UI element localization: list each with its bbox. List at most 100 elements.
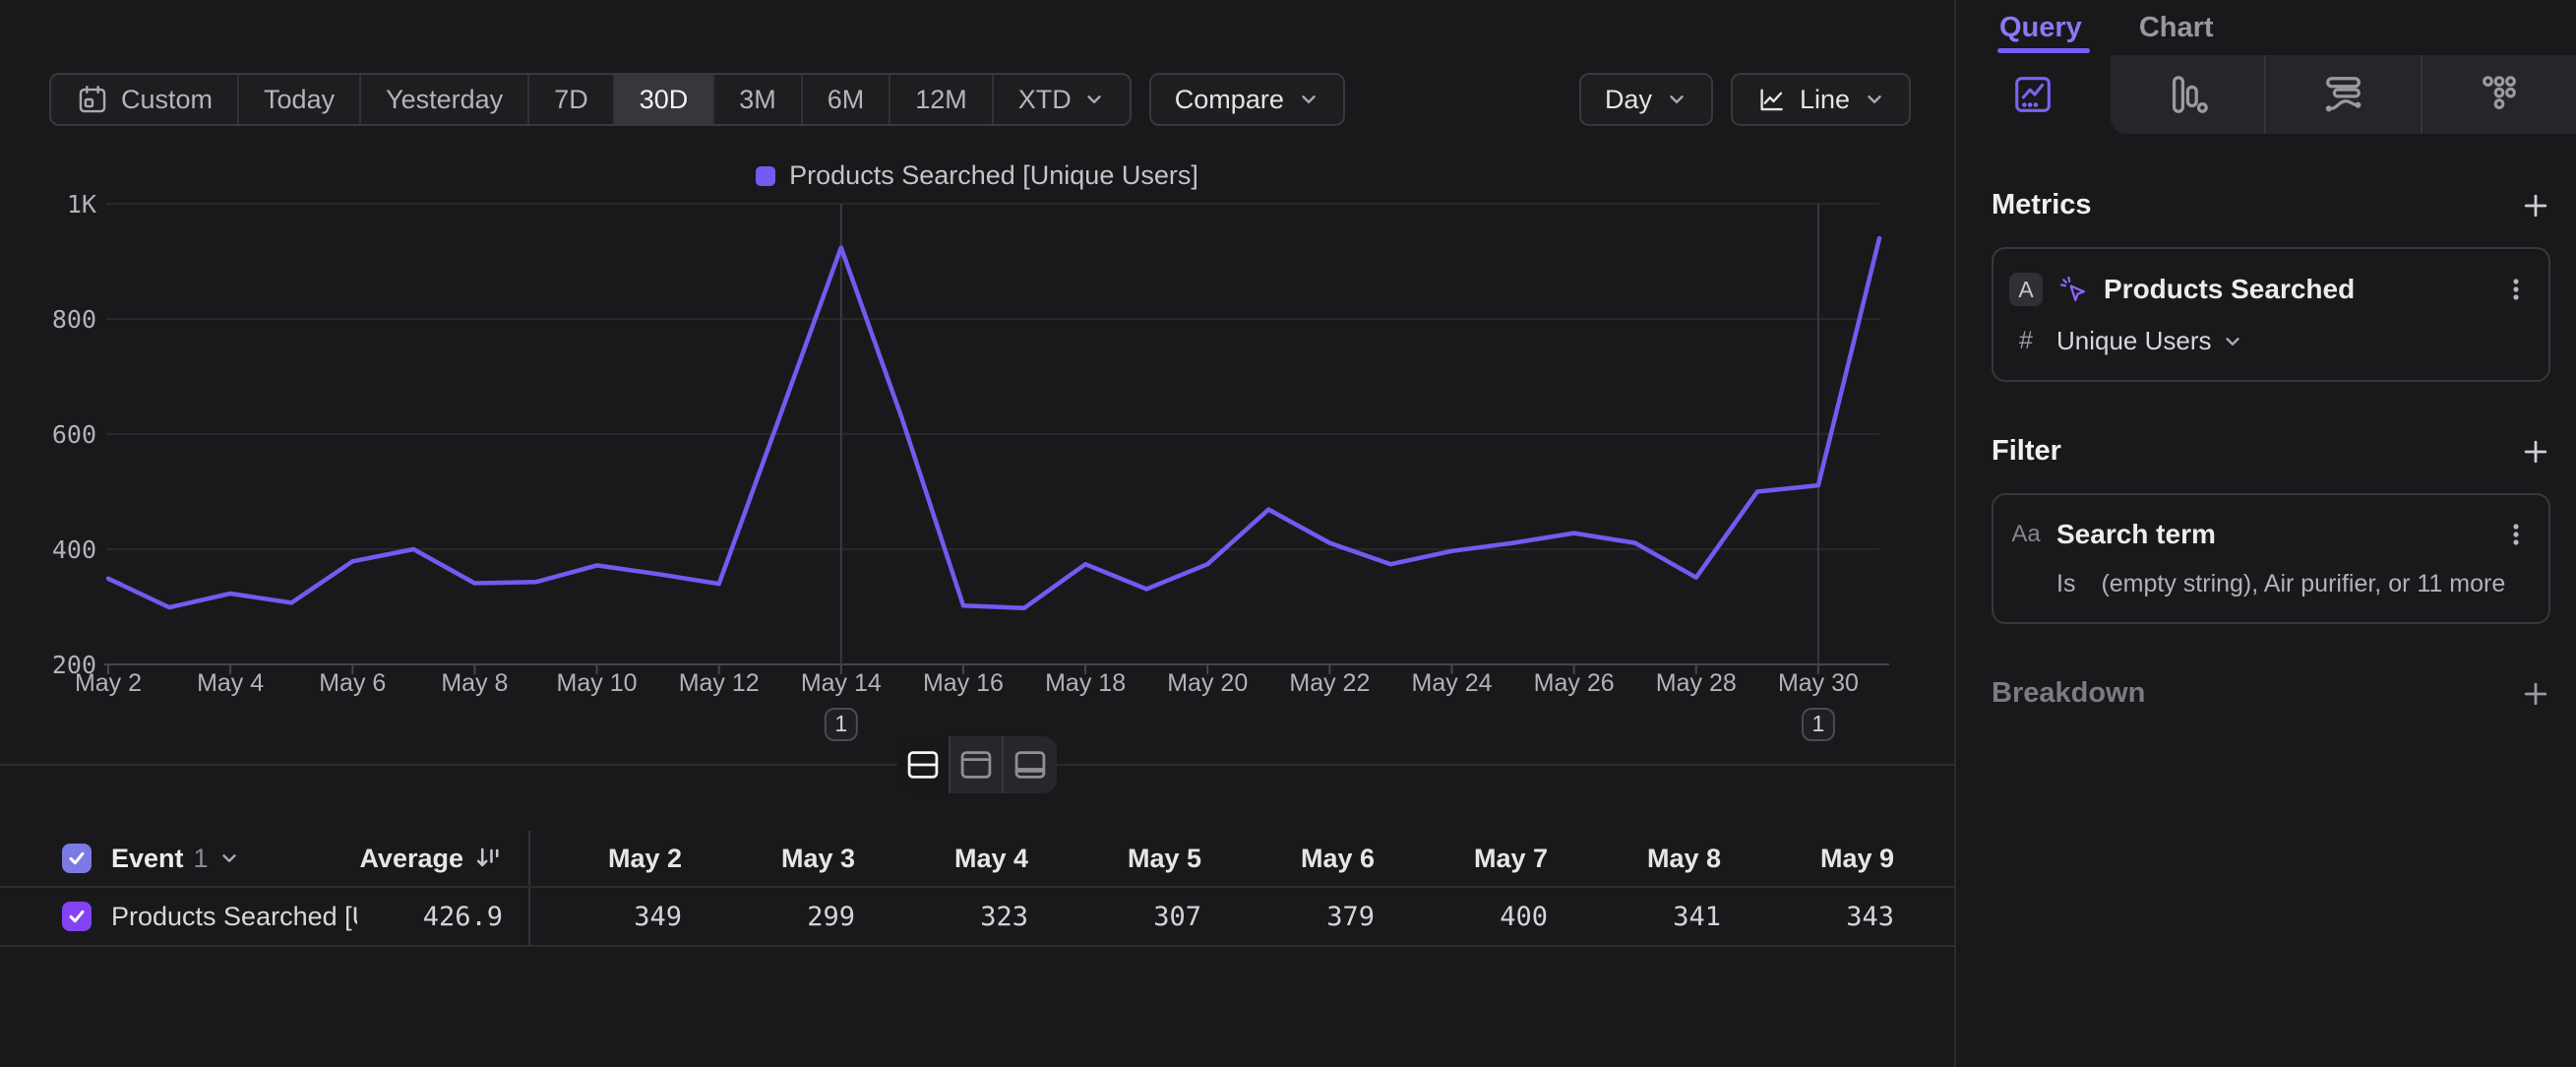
date-value-cell: 349 [530, 888, 704, 945]
svg-text:1: 1 [834, 711, 847, 736]
date-range-3m[interactable]: 3M [714, 75, 803, 124]
annotation-badge[interactable]: 1 [1803, 709, 1834, 740]
plus-icon [2521, 679, 2550, 709]
add-filter-button[interactable] [2521, 437, 2550, 467]
split-view-button[interactable] [897, 736, 951, 793]
breakdown-heading: Breakdown [1992, 677, 2145, 710]
table-only-view-button[interactable] [1004, 736, 1057, 793]
check-icon [66, 847, 88, 869]
filter-section-header: Filter [1992, 435, 2550, 468]
metric-card[interactable]: A Products Searched # Unique Users [1992, 247, 2550, 382]
date-range-segmented-control: Custom Today Yesterday 7D 30D 3M 6M 12M XTD [49, 73, 1132, 126]
x-axis-tick-label: May 2 [75, 669, 142, 697]
average-column-header[interactable]: Average [357, 831, 530, 886]
chevron-down-icon [1864, 89, 1885, 110]
event-column-header[interactable]: Event 1 [111, 831, 357, 886]
chevron-down-icon [1666, 89, 1687, 110]
analysis-tab-funnels[interactable] [2111, 55, 2265, 134]
chevron-down-icon [1298, 89, 1319, 110]
svg-text:1: 1 [1812, 711, 1825, 736]
layout-toggle-group [897, 736, 1057, 793]
x-axis-tick-label: May 12 [679, 669, 760, 697]
granularity-label: Day [1605, 85, 1652, 115]
add-metric-button[interactable] [2521, 191, 2550, 220]
date-range-label: Custom [121, 85, 213, 115]
analysis-type-tabs [1956, 55, 2576, 134]
metric-options-kebab-icon[interactable] [2499, 275, 2533, 304]
tab-query[interactable]: Query [1999, 0, 2082, 55]
granularity-button[interactable]: Day [1579, 73, 1713, 126]
metrics-section-header: Metrics [1992, 189, 2550, 221]
date-range-custom[interactable]: Custom [51, 75, 239, 124]
date-column-header[interactable]: May 8 [1569, 831, 1743, 886]
x-axis-tick-label: May 20 [1167, 669, 1248, 697]
date-range-7d[interactable]: 7D [529, 75, 615, 124]
series-checkbox[interactable] [62, 902, 92, 931]
x-axis-tick-label: May 4 [197, 669, 264, 697]
chart-type-label: Line [1800, 85, 1850, 115]
x-axis-tick-label: May 30 [1778, 669, 1859, 697]
event-count: 1 [194, 844, 209, 874]
filter-operator[interactable]: Is [2056, 570, 2075, 598]
aggregation-selector[interactable]: Unique Users [2056, 326, 2243, 356]
breakdown-section-header: Breakdown [1992, 677, 2550, 710]
results-table: Event 1 Average May 2May 3May 4May 5May … [0, 831, 1954, 947]
filter-property-name[interactable]: Search term [2056, 519, 2485, 550]
chart-type-button[interactable]: Line [1731, 73, 1911, 126]
date-range-today[interactable]: Today [239, 75, 361, 124]
x-axis-tick-label: May 24 [1412, 669, 1493, 697]
date-column-header[interactable]: May 9 [1743, 831, 1916, 886]
select-all-checkbox[interactable] [62, 844, 92, 873]
x-axis-tick-label: May 16 [923, 669, 1004, 697]
series-name[interactable]: Products Searched [Un... [111, 888, 357, 945]
chevron-down-icon [2222, 331, 2243, 352]
date-range-30d[interactable]: 30D [615, 75, 715, 124]
filter-values[interactable]: (empty string), Air purifier, or 11 more [2101, 570, 2505, 598]
analysis-tab-retention[interactable] [2421, 55, 2576, 134]
compare-label: Compare [1175, 85, 1284, 115]
x-axis-tick-label: May 6 [319, 669, 386, 697]
chart-controls: Day Line [1579, 73, 1911, 126]
date-value-cell: 323 [877, 888, 1050, 945]
date-column-header[interactable]: May 6 [1223, 831, 1396, 886]
annotation-badge[interactable]: 1 [826, 709, 857, 740]
x-axis-tick-label: May 22 [1289, 669, 1370, 697]
analysis-tab-insights[interactable] [1956, 55, 2111, 134]
date-column-header[interactable]: May 4 [877, 831, 1050, 886]
y-axis-tick-label: 600 [52, 420, 96, 449]
compare-button[interactable]: Compare [1149, 73, 1345, 126]
date-column-header[interactable]: May 3 [704, 831, 877, 886]
add-breakdown-button[interactable] [2521, 679, 2550, 709]
date-value-cell: 343 [1743, 888, 1916, 945]
series-line [108, 238, 1879, 608]
x-axis-tick-label: May 8 [441, 669, 508, 697]
date-range-label: Yesterday [386, 85, 503, 115]
date-column-header[interactable]: May 7 [1396, 831, 1569, 886]
average-label: Average [359, 844, 463, 874]
filter-card[interactable]: Aa Search term Is (empty string), Air pu… [1992, 493, 2550, 624]
date-range-label: XTD [1018, 85, 1072, 115]
date-range-yesterday[interactable]: Yesterday [361, 75, 529, 124]
date-range-6m[interactable]: 6M [803, 75, 891, 124]
date-range-label: 7D [554, 85, 588, 115]
date-range-12m[interactable]: 12M [890, 75, 994, 124]
calendar-icon [76, 83, 109, 116]
filter-options-kebab-icon[interactable] [2499, 520, 2533, 549]
date-value-cell: 379 [1223, 888, 1396, 945]
chart-only-view-button[interactable] [951, 736, 1004, 793]
x-axis-tick-label: May 28 [1656, 669, 1737, 697]
legend-swatch[interactable] [756, 166, 775, 186]
date-column-header[interactable]: May 5 [1050, 831, 1223, 886]
date-column-header[interactable]: May 2 [530, 831, 704, 886]
tab-chart[interactable]: Chart [2139, 0, 2214, 55]
report-toolbar: Custom Today Yesterday 7D 30D 3M 6M 12M XTD Comp… [49, 73, 1911, 126]
query-sections: Metrics A Products Searched # Unique Use… [1956, 134, 2576, 710]
x-axis-tick-label: May 10 [557, 669, 638, 697]
date-range-label: 30D [640, 85, 689, 115]
metric-name[interactable]: Products Searched [2104, 274, 2485, 305]
plus-icon [2521, 437, 2550, 467]
analysis-tab-flows[interactable] [2264, 55, 2421, 134]
event-pointer-icon [2056, 274, 2090, 305]
date-range-label: 6M [828, 85, 865, 115]
date-range-xtd[interactable]: XTD [994, 75, 1130, 124]
